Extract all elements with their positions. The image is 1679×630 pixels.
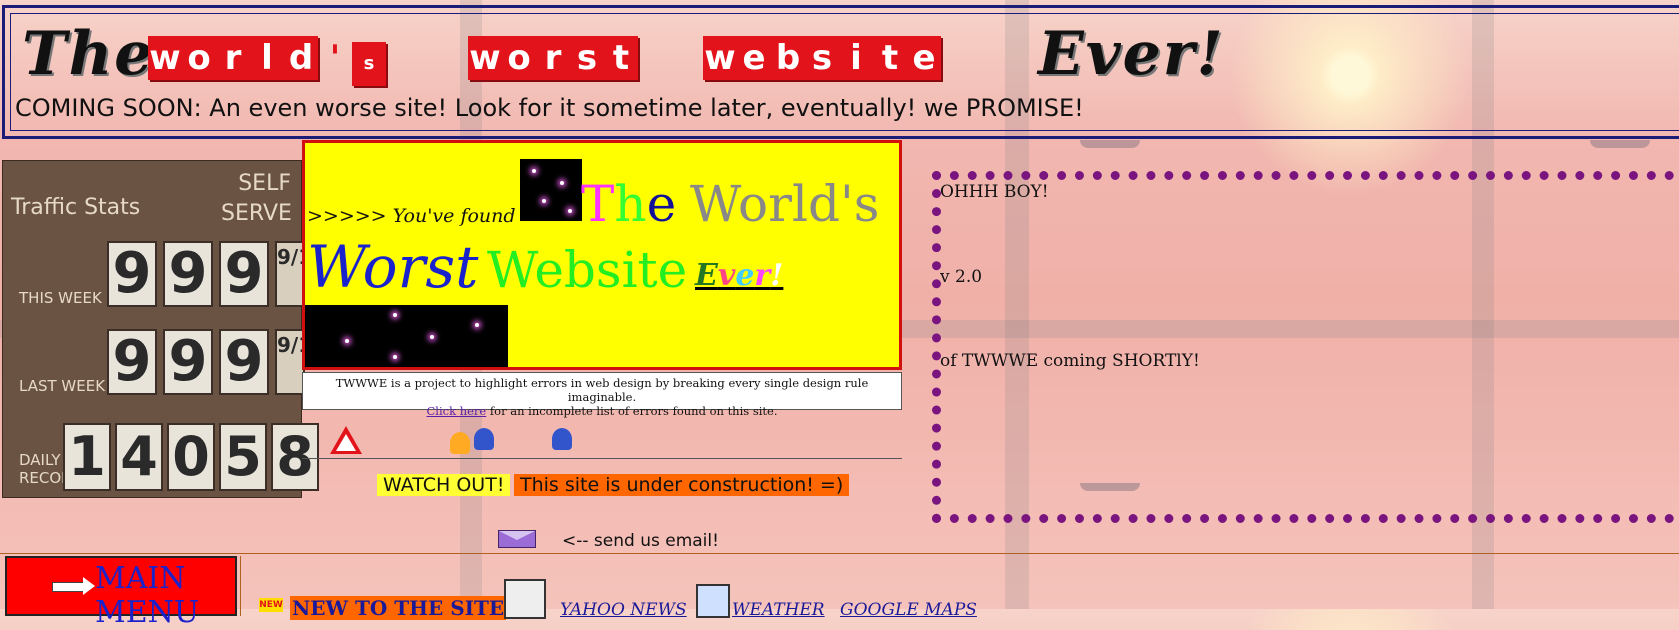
- construction-worker-icon: [474, 428, 494, 450]
- counter-digit: 5: [219, 423, 267, 491]
- background-boat: [1080, 140, 1140, 148]
- coming-soon-text: COMING SOON: An even worse site! Look fo…: [15, 94, 1084, 122]
- worlds-text: World's: [690, 175, 880, 233]
- arrows-text: >>>>>: [307, 205, 393, 227]
- title-worst: worst: [468, 36, 638, 86]
- title-website: website: [703, 36, 941, 86]
- weather-icon[interactable]: [696, 584, 730, 618]
- menu-column-divider: [240, 556, 241, 616]
- the-text: The: [581, 175, 676, 233]
- found-label: You've found: [392, 205, 516, 227]
- this-week-label: THIS WEEK: [19, 289, 102, 307]
- ransom-letter: o: [182, 36, 216, 80]
- last-week-label: LAST WEEK: [19, 377, 106, 395]
- ever-letter: !: [770, 258, 784, 293]
- construction-strip: [302, 418, 902, 459]
- ransom-letter: b: [771, 36, 805, 80]
- ransom-letter: e: [907, 36, 941, 80]
- found-text: >>>>> You've found: [307, 205, 516, 227]
- ever-letter: E: [695, 258, 718, 293]
- construction-worker-icon: [450, 432, 470, 454]
- ransom-letter: w: [703, 36, 737, 80]
- ransom-letter: o: [502, 36, 536, 80]
- title-worlds: w o r l d ' s: [148, 36, 386, 86]
- announcement-line-3: of TWWWE coming SHORTlY!: [940, 351, 1200, 371]
- description-after-link: for an incomplete list of errors found o…: [486, 404, 778, 418]
- counter-digit: 9: [163, 241, 213, 307]
- counter-digit: 9: [107, 329, 157, 395]
- menu-divider-line: [0, 553, 1679, 554]
- counter-digit: 9: [219, 329, 269, 395]
- ransom-letter: t: [873, 36, 907, 80]
- newspaper-icon[interactable]: [504, 579, 546, 619]
- main-menu-button[interactable]: MAIN MENU: [5, 556, 237, 630]
- ever-text: Ever!: [695, 258, 783, 293]
- traffic-stats-title: Traffic Stats: [11, 195, 141, 220]
- sparkle-square-icon: [520, 159, 582, 221]
- last-week-digits: 9 9 9 9/10: [107, 329, 326, 395]
- counter-digit: 4: [115, 423, 163, 491]
- announcement-line-1: OHHH BOY!: [940, 182, 1049, 202]
- traffic-stats-counter: Traffic Stats SELF SERVE THIS WEEK 9 9 9…: [2, 160, 326, 498]
- project-description: TWWWE is a project to highlight errors i…: [302, 372, 902, 418]
- welcome-banner: >>>>> You've found The World's Worst Web…: [302, 140, 902, 370]
- sparkle-strip-icon: [305, 305, 508, 367]
- under-construction-label: This site is under construction! =): [514, 474, 850, 496]
- weather-link[interactable]: WEATHER: [732, 600, 825, 620]
- counter-digit: 9: [107, 241, 157, 307]
- ransom-letter: w: [468, 36, 502, 80]
- send-email-text: <-- send us email!: [562, 531, 719, 551]
- site-title-logo: The w o r l d ' s worst website Ever!: [18, 18, 1223, 90]
- ever-letter: v: [717, 258, 736, 293]
- counter-digit: 9: [219, 241, 269, 307]
- envelope-icon[interactable]: [498, 530, 536, 548]
- the-letter: T: [581, 175, 615, 233]
- yahoo-news-link[interactable]: YAHOO NEWS: [560, 600, 687, 620]
- daily-record-digits: 1 4 0 5 8: [63, 423, 319, 491]
- title-ever: Ever!: [1038, 19, 1225, 89]
- ransom-letter: s: [352, 42, 386, 86]
- ransom-letter: e: [737, 36, 771, 80]
- the-letter: h: [614, 175, 647, 233]
- counter-digit: 1: [63, 423, 111, 491]
- construction-worker-icon: [552, 428, 572, 450]
- google-maps-link[interactable]: GOOGLE MAPS: [840, 600, 977, 620]
- title-the: The: [22, 19, 155, 89]
- self-serve-label: SELF SERVE: [221, 171, 292, 226]
- daily-record-label: DAILY RECOR: [19, 451, 72, 487]
- main-menu-label: MAIN MENU: [95, 561, 200, 630]
- counter-digit: 0: [167, 423, 215, 491]
- ransom-letter: s: [805, 36, 839, 80]
- website-text: Website: [487, 241, 688, 299]
- warning-sign-icon: [330, 426, 362, 454]
- ever-letter: e: [735, 258, 755, 293]
- counter-digit: 9: [163, 329, 213, 395]
- worst-text: Worst: [307, 233, 479, 301]
- new-badge-icon: NEW: [259, 598, 283, 612]
- ransom-letter: r: [536, 36, 570, 80]
- new-to-site-link[interactable]: NEW TO THE SITE: [290, 596, 507, 620]
- ever-letter: r: [754, 258, 771, 293]
- description-text: TWWWE is a project to highlight errors i…: [335, 376, 869, 404]
- arrow-icon: [52, 577, 95, 595]
- announcement-box: [932, 171, 1679, 523]
- ransom-letter: s: [570, 36, 604, 80]
- background-boat: [1590, 140, 1650, 148]
- ransom-letter: ': [329, 38, 341, 78]
- the-letter: e: [646, 175, 677, 233]
- ransom-letter: i: [839, 36, 873, 80]
- errors-list-link[interactable]: Click here: [426, 404, 486, 418]
- ransom-letter: w: [148, 36, 182, 80]
- ransom-letter: t: [604, 36, 638, 80]
- watch-out-label: WATCH OUT!: [377, 474, 511, 496]
- ransom-letter: r: [216, 36, 250, 80]
- ransom-letter: d: [284, 36, 318, 80]
- ransom-letter: l: [250, 36, 284, 80]
- this-week-digits: 9 9 9 9/10: [107, 241, 326, 307]
- announcement-line-2: v 2.0: [940, 267, 983, 287]
- counter-fraction: 9/10: [275, 329, 326, 395]
- counter-fraction: 9/10: [275, 241, 326, 307]
